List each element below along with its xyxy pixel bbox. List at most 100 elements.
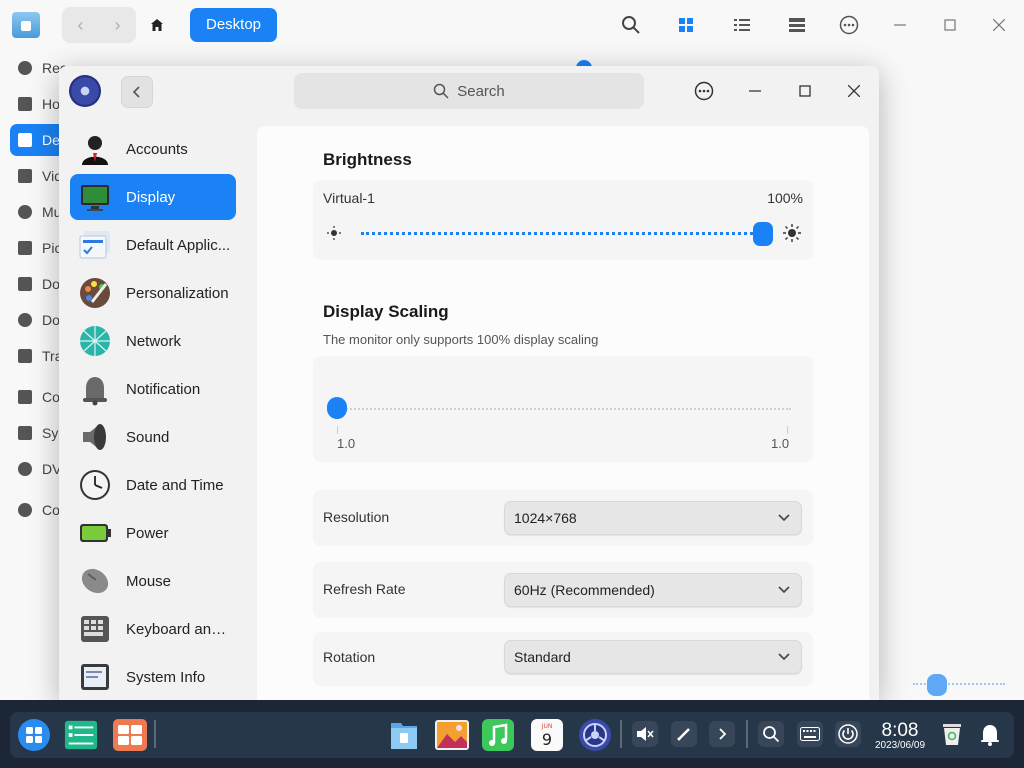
calendar-icon[interactable]: JUN 9 bbox=[530, 718, 564, 752]
nav-item-display[interactable]: Display bbox=[70, 174, 236, 220]
breadcrumb-desktop[interactable]: Desktop bbox=[190, 8, 278, 42]
download-icon bbox=[18, 313, 32, 327]
dock-separator bbox=[746, 720, 748, 748]
nav-item-network[interactable]: Network bbox=[70, 318, 236, 364]
resolution-value: 1024×768 bbox=[514, 510, 577, 526]
refresh-rate-value: 60Hz (Recommended) bbox=[514, 582, 655, 598]
control-center-icon[interactable] bbox=[578, 718, 612, 752]
sound-icon bbox=[78, 420, 112, 454]
back-button[interactable] bbox=[121, 76, 153, 108]
nav-item-label: Default Applic... bbox=[126, 236, 231, 254]
home-icon[interactable] bbox=[143, 12, 171, 38]
nav-item-sound[interactable]: Sound bbox=[70, 414, 236, 460]
sidebar-item-computer[interactable]: Computer bbox=[10, 381, 66, 413]
scaling-slider-track[interactable] bbox=[335, 408, 791, 412]
nav-item-personalization[interactable]: Personalization bbox=[70, 270, 236, 316]
sidebar-item-videos[interactable]: Videos bbox=[10, 160, 66, 192]
list-view-icon[interactable] bbox=[730, 13, 754, 37]
nav-item-label: Notification bbox=[126, 380, 201, 398]
brightness-slider-track[interactable] bbox=[361, 232, 765, 236]
rotation-value: Standard bbox=[514, 649, 571, 665]
back-icon[interactable]: ‹ bbox=[62, 7, 99, 43]
sidebar-item-system-disk[interactable]: System Disk bbox=[10, 417, 66, 449]
file-manager-icon[interactable] bbox=[387, 718, 421, 752]
refresh-rate-row: Refresh Rate 60Hz (Recommended) bbox=[313, 562, 813, 618]
resolution-select[interactable]: 1024×768 bbox=[504, 501, 802, 535]
sidebar-item-desktop[interactable]: Desktop bbox=[10, 124, 66, 156]
chevron-down-icon bbox=[778, 586, 790, 594]
close-icon[interactable] bbox=[842, 79, 866, 103]
display-settings-content: Brightness Virtual-1 100% Display Scalin… bbox=[257, 126, 869, 700]
music-player-icon[interactable] bbox=[481, 718, 515, 752]
workspace-switcher-icon[interactable] bbox=[113, 718, 147, 752]
scaling-min-label: 1.0 bbox=[337, 436, 356, 451]
sidebar-item-downloads[interactable]: Downloads bbox=[10, 304, 66, 336]
nav-item-accounts[interactable]: Accounts bbox=[70, 126, 236, 172]
chevron-left-icon bbox=[132, 86, 140, 98]
sidebar-item-lan[interactable]: Computers in LAN bbox=[10, 494, 66, 526]
refresh-rate-select[interactable]: 60Hz (Recommended) bbox=[504, 573, 802, 607]
details-view-icon[interactable] bbox=[785, 13, 809, 37]
image-viewer-icon[interactable] bbox=[435, 718, 469, 752]
scaling-tick-min bbox=[337, 426, 338, 434]
launcher-icon[interactable] bbox=[17, 718, 51, 752]
trash-icon[interactable] bbox=[939, 721, 965, 747]
nav-item-power[interactable]: Power bbox=[70, 510, 236, 556]
nav-item-keyboard[interactable]: Keyboard and ... bbox=[70, 606, 236, 652]
file-manager-logo-icon bbox=[12, 12, 40, 38]
brightness-slider-thumb[interactable] bbox=[753, 222, 773, 246]
brightness-title: Brightness bbox=[323, 150, 412, 169]
computer-icon bbox=[18, 390, 32, 404]
minimize-icon[interactable] bbox=[888, 13, 912, 37]
keyboard-icon[interactable] bbox=[797, 721, 823, 747]
icon-size-slider[interactable] bbox=[913, 674, 1005, 696]
nav-item-default-apps[interactable]: Default Applic... bbox=[70, 222, 236, 268]
chevron-down-icon bbox=[778, 514, 790, 522]
resolution-row: Resolution 1024×768 bbox=[313, 490, 813, 546]
control-center-logo-icon bbox=[69, 75, 101, 107]
scaling-tick-max bbox=[787, 426, 788, 434]
nav-item-mouse[interactable]: Mouse bbox=[70, 558, 236, 604]
slider-thumb[interactable] bbox=[927, 674, 947, 696]
scaling-note: The monitor only supports 100% display s… bbox=[323, 332, 599, 347]
nav-item-system-info[interactable]: System Info bbox=[70, 654, 236, 700]
sidebar-item-dvd[interactable]: DVD bbox=[10, 453, 66, 485]
multitasking-view-icon[interactable] bbox=[64, 718, 98, 752]
menu-icon[interactable] bbox=[692, 79, 716, 103]
volume-muted-icon[interactable] bbox=[632, 721, 658, 747]
rotation-row: Rotation Standard bbox=[313, 632, 813, 686]
forward-icon[interactable]: › bbox=[99, 7, 136, 43]
sidebar-item-pictures[interactable]: Pictures bbox=[10, 232, 66, 264]
file-manager-nav-buttons: ‹ › bbox=[62, 7, 136, 43]
sidebar-item-music[interactable]: Music bbox=[10, 196, 66, 228]
music-icon bbox=[18, 205, 32, 219]
keyboard-icon bbox=[78, 612, 112, 646]
clock-time[interactable]: 8:08 bbox=[872, 720, 928, 742]
menu-icon[interactable] bbox=[837, 13, 861, 37]
close-icon[interactable] bbox=[987, 13, 1011, 37]
nav-item-label: Power bbox=[126, 524, 169, 542]
minimize-icon[interactable] bbox=[743, 79, 767, 103]
icon-view-icon[interactable] bbox=[674, 13, 698, 37]
tray-expand-icon[interactable] bbox=[709, 721, 735, 747]
sidebar-item-documents[interactable]: Documents bbox=[10, 268, 66, 300]
search-icon[interactable] bbox=[619, 13, 643, 37]
nav-item-label: Keyboard and ... bbox=[126, 620, 234, 638]
maximize-icon[interactable] bbox=[938, 13, 962, 37]
nav-item-date-time[interactable]: Date and Time bbox=[70, 462, 236, 508]
screenshot-pen-icon[interactable] bbox=[671, 721, 697, 747]
scaling-slider-thumb[interactable] bbox=[327, 397, 347, 419]
scaling-panel: 1.0 1.0 bbox=[313, 356, 813, 462]
sidebar-item-trash[interactable]: Trash bbox=[10, 340, 66, 372]
maximize-icon[interactable] bbox=[793, 79, 817, 103]
power-icon[interactable] bbox=[835, 721, 861, 747]
sidebar-item-home[interactable]: Home bbox=[10, 88, 66, 120]
sidebar-item-recent[interactable]: Recent bbox=[10, 52, 66, 84]
search-input[interactable]: Search bbox=[294, 73, 644, 109]
search-icon[interactable] bbox=[758, 721, 784, 747]
brightness-high-icon bbox=[783, 224, 801, 247]
notification-bell-icon[interactable] bbox=[977, 721, 1003, 747]
battery-icon bbox=[78, 516, 112, 550]
rotation-select[interactable]: Standard bbox=[504, 640, 802, 674]
nav-item-notification[interactable]: Notification bbox=[70, 366, 236, 412]
